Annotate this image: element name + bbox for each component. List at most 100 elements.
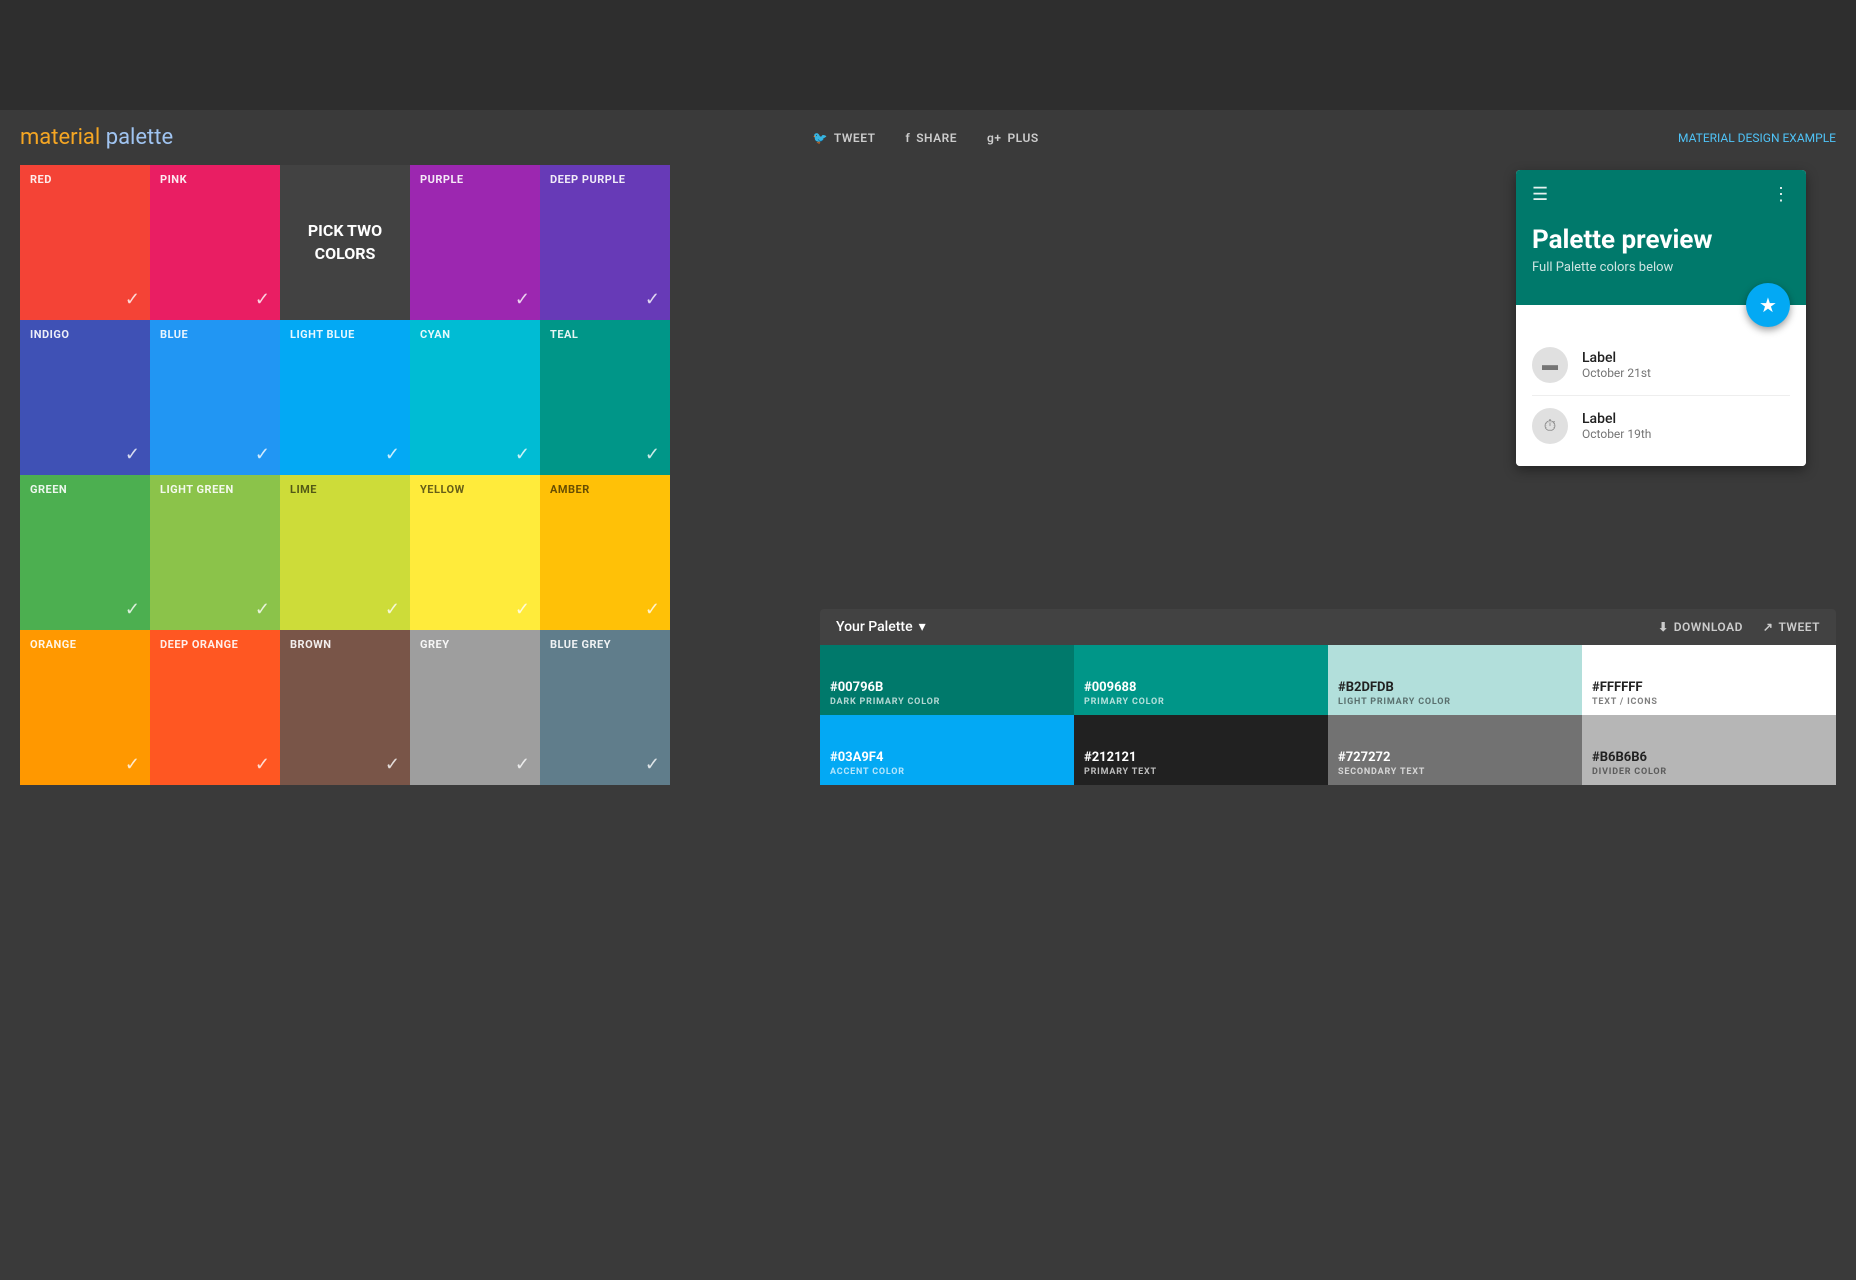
checkmark-icon: ✓ [125, 444, 140, 465]
swatch-label: SECONDARY TEXT [1338, 767, 1572, 777]
checkmark-icon: ✓ [385, 754, 400, 775]
color-cell-blue-grey[interactable]: BLUE GREY ✓ [540, 630, 670, 785]
color-name-lime: LIME [290, 483, 400, 497]
swatch-hex: #FFFFFF [1592, 680, 1826, 695]
palette-swatch-text-/-icons[interactable]: #FFFFFF TEXT / ICONS [1582, 645, 1836, 715]
list-icon-0: ▬ [1532, 347, 1568, 383]
list-text-0: Label October 21st [1582, 350, 1790, 380]
more-icon[interactable]: ⋮ [1772, 184, 1790, 205]
preview-body: ▬ Label October 21st ⏱ Label October 19t… [1516, 305, 1806, 466]
color-cell-green[interactable]: GREEN ✓ [20, 475, 150, 630]
color-name-grey: GREY [420, 638, 530, 652]
swatch-hex: #727272 [1338, 750, 1572, 765]
color-cell-deep-purple[interactable]: DEEP PURPLE ✓ [540, 165, 670, 320]
swatch-label: PRIMARY TEXT [1084, 767, 1318, 777]
color-cell-orange[interactable]: ORANGE ✓ [20, 630, 150, 785]
color-cell-indigo[interactable]: INDIGO ✓ [20, 320, 150, 475]
color-name-purple: PURPLE [420, 173, 530, 187]
checkmark-icon: ✓ [125, 754, 140, 775]
color-cell-lime[interactable]: LIME ✓ [280, 475, 410, 630]
palette-swatch-accent-color[interactable]: #03A9F4 ACCENT COLOR [820, 715, 1074, 785]
tweet-button[interactable]: 🐦 TWEET [812, 131, 875, 145]
color-cell-empty1[interactable] [670, 165, 800, 320]
checkmark-icon: ✓ [385, 444, 400, 465]
twitter-icon: 🐦 [812, 131, 827, 145]
facebook-icon: f [905, 131, 910, 145]
fab-button[interactable]: ★ [1746, 283, 1790, 327]
checkmark-icon: ✓ [125, 289, 140, 310]
palette-swatches: #00796B DARK PRIMARY COLOR #009688 PRIMA… [820, 645, 1836, 785]
swatch-hex: #009688 [1084, 680, 1318, 695]
palette-swatch-secondary-text[interactable]: #727272 SECONDARY TEXT [1328, 715, 1582, 785]
pick-two-label: PICK TWO COLORS [290, 220, 400, 265]
checkmark-icon: ✓ [515, 754, 530, 775]
list-label-1: Label [1582, 411, 1790, 427]
swatch-hex: #B2DFDB [1338, 680, 1572, 695]
preview-card: ☰ ⋮ Palette preview Full Palette colors … [1516, 170, 1806, 466]
list-sublabel-0: October 21st [1582, 366, 1790, 380]
menu-icon[interactable]: ☰ [1532, 184, 1548, 205]
color-name-blue: BLUE [160, 328, 270, 342]
color-cell-empty2[interactable] [670, 320, 800, 475]
color-name-brown: BROWN [290, 638, 400, 652]
checkmark-icon: ✓ [385, 599, 400, 620]
color-cell-deep-orange[interactable]: DEEP ORANGE ✓ [150, 630, 280, 785]
color-cell-brown[interactable]: BROWN ✓ [280, 630, 410, 785]
color-cell-yellow[interactable]: YELLOW ✓ [410, 475, 540, 630]
checkmark-icon: ✓ [515, 289, 530, 310]
swatch-label: LIGHT PRIMARY COLOR [1338, 697, 1572, 707]
color-cell-amber[interactable]: AMBER ✓ [540, 475, 670, 630]
list-icon-1: ⏱ [1532, 408, 1568, 444]
palette-swatch-primary-color[interactable]: #009688 PRIMARY COLOR [1074, 645, 1328, 715]
color-cell-blue[interactable]: BLUE ✓ [150, 320, 280, 475]
chevron-down-icon: ▾ [919, 619, 926, 635]
preview-title: Palette preview [1532, 225, 1790, 255]
color-cell-purple[interactable]: PURPLE ✓ [410, 165, 540, 320]
color-cell-pink[interactable]: PINK ✓ [150, 165, 280, 320]
checkmark-icon: ✓ [125, 599, 140, 620]
swatch-hex: #03A9F4 [830, 750, 1064, 765]
color-name-blue-grey: BLUE GREY [550, 638, 660, 652]
color-cell-empty4[interactable] [670, 630, 800, 785]
color-cell-light-blue[interactable]: LIGHT BLUE ✓ [280, 320, 410, 475]
color-cell-red[interactable]: RED ✓ [20, 165, 150, 320]
color-cell-teal[interactable]: TEAL ✓ [540, 320, 670, 475]
color-name-deep-orange: DEEP ORANGE [160, 638, 270, 652]
color-cell-empty3[interactable] [670, 475, 800, 630]
color-name-green: GREEN [30, 483, 140, 497]
share-button[interactable]: f SHARE [905, 131, 957, 145]
checkmark-icon: ✓ [515, 444, 530, 465]
swatch-label: ACCENT COLOR [830, 767, 1064, 777]
plus-button[interactable]: g+ PLUS [987, 131, 1039, 145]
palette-header: Your Palette ▾ ⬇ DOWNLOAD ↗ TWEET [820, 609, 1836, 645]
download-button[interactable]: ⬇ DOWNLOAD [1658, 620, 1743, 634]
palette-title[interactable]: Your Palette ▾ [836, 619, 926, 635]
palette-tweet-button[interactable]: ↗ TWEET [1763, 620, 1820, 634]
share-icon: ↗ [1763, 620, 1774, 634]
preview-list-item-1: ⏱ Label October 19th [1532, 396, 1790, 456]
color-name-teal: TEAL [550, 328, 660, 342]
color-cell-pick-two[interactable]: PICK TWO COLORS [280, 165, 410, 320]
color-name-yellow: YELLOW [420, 483, 530, 497]
color-name-indigo: INDIGO [30, 328, 140, 342]
color-name-cyan: CYAN [420, 328, 530, 342]
palette-section: Your Palette ▾ ⬇ DOWNLOAD ↗ TWEET #00796… [820, 609, 1836, 785]
header-right: MATERIAL DESIGN EXAMPLE [1678, 131, 1836, 145]
preview-header: ☰ ⋮ Palette preview Full Palette colors … [1516, 170, 1806, 305]
checkmark-icon: ✓ [255, 444, 270, 465]
color-name-orange: ORANGE [30, 638, 140, 652]
top-bar [0, 0, 1856, 110]
color-name-light-blue: LIGHT BLUE [290, 328, 400, 342]
color-cell-cyan[interactable]: CYAN ✓ [410, 320, 540, 475]
checkmark-icon: ✓ [645, 444, 660, 465]
list-sublabel-1: October 19th [1582, 427, 1790, 441]
color-cell-grey[interactable]: GREY ✓ [410, 630, 540, 785]
color-cell-light-green[interactable]: LIGHT GREEN ✓ [150, 475, 280, 630]
palette-swatch-dark-primary-color[interactable]: #00796B DARK PRIMARY COLOR [820, 645, 1074, 715]
palette-swatch-light-primary-color[interactable]: #B2DFDB LIGHT PRIMARY COLOR [1328, 645, 1582, 715]
logo-palette: palette [106, 125, 173, 150]
palette-swatch-divider-color[interactable]: #B6B6B6 DIVIDER COLOR [1582, 715, 1836, 785]
palette-swatch-primary-text[interactable]: #212121 PRIMARY TEXT [1074, 715, 1328, 785]
color-name-red: RED [30, 173, 140, 187]
list-label-0: Label [1582, 350, 1790, 366]
